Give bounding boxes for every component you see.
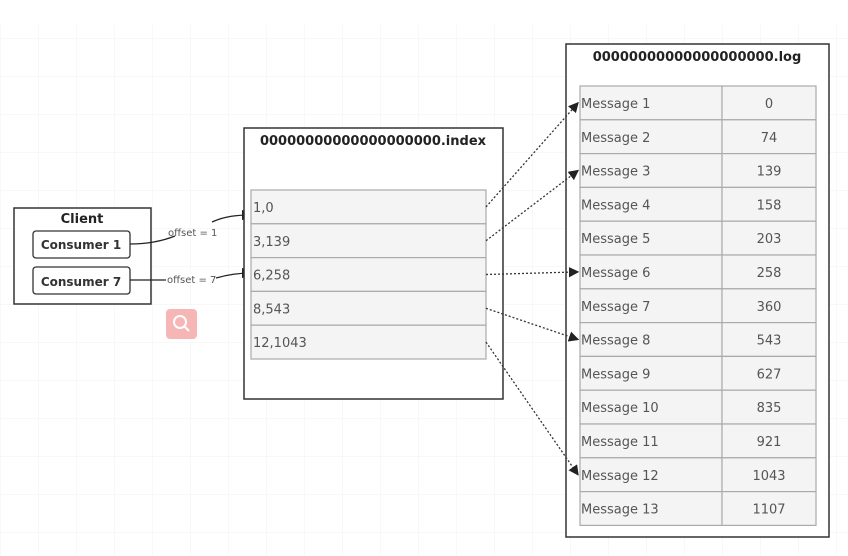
client-box: Client Consumer 1 Consumer 7 bbox=[13, 207, 152, 305]
index-file-title: 00000000000000000000.index bbox=[260, 134, 487, 149]
index-entry[interactable]: 1,0 bbox=[250, 189, 487, 225]
consumer-7[interactable]: Consumer 7 bbox=[32, 266, 131, 295]
message-position: 158 bbox=[757, 198, 782, 213]
diagram-canvas: Client Consumer 1 Consumer 7 offset = 1 … bbox=[0, 25, 848, 556]
consumer-7-label: Consumer 7 bbox=[41, 275, 121, 289]
offset-7-label: offset = 7 bbox=[167, 275, 216, 286]
log-file-box: 00000000000000000000.log Message 1 0 Messa… bbox=[565, 43, 830, 538]
message-position: 258 bbox=[757, 266, 782, 281]
message-name: Message 10 bbox=[581, 401, 659, 416]
message-name: Message 9 bbox=[581, 367, 650, 382]
message-name: Message 2 bbox=[581, 131, 650, 146]
message-position: 203 bbox=[757, 232, 782, 247]
index-entry[interactable]: 12,1043 bbox=[250, 324, 487, 360]
message-name: Message 4 bbox=[581, 198, 650, 213]
message-position: 1107 bbox=[752, 503, 785, 518]
index-entry[interactable]: 8,543 bbox=[250, 290, 487, 326]
log-row[interactable]: Message 13 1107 bbox=[579, 491, 817, 527]
message-position: 74 bbox=[761, 131, 778, 146]
message-position: 360 bbox=[757, 300, 782, 315]
offset-1-label: offset = 1 bbox=[168, 228, 217, 239]
log-row[interactable]: Message 12 1043 bbox=[579, 457, 817, 493]
log-row[interactable]: Message 4 158 bbox=[579, 186, 817, 222]
log-row[interactable]: Message 8 543 bbox=[579, 322, 817, 358]
index-entry-text: 3,139 bbox=[253, 235, 290, 250]
log-row[interactable]: Message 6 258 bbox=[579, 254, 817, 290]
message-name: Message 7 bbox=[581, 300, 650, 315]
log-row[interactable]: Message 11 921 bbox=[579, 423, 817, 459]
message-position: 835 bbox=[757, 401, 782, 416]
log-row[interactable]: Message 7 360 bbox=[579, 288, 817, 324]
log-row[interactable]: Message 5 203 bbox=[579, 220, 817, 256]
index-entry-text: 8,543 bbox=[253, 302, 290, 317]
index-entry-text: 12,1043 bbox=[253, 336, 307, 351]
index-entry-text: 6,258 bbox=[253, 269, 290, 284]
message-position: 1043 bbox=[752, 469, 785, 484]
log-row[interactable]: Message 1 0 bbox=[579, 85, 817, 121]
consumer-1-label: Consumer 1 bbox=[41, 238, 121, 252]
message-name: Message 11 bbox=[581, 435, 659, 450]
message-position: 627 bbox=[757, 367, 782, 382]
log-row[interactable]: Message 9 627 bbox=[579, 355, 817, 391]
index-file-box: 00000000000000000000.index 1,0 3,139 6,258… bbox=[243, 127, 504, 400]
log-row[interactable]: Message 3 139 bbox=[579, 153, 817, 189]
search-icon[interactable] bbox=[166, 309, 197, 339]
log-row[interactable]: Message 2 74 bbox=[579, 119, 817, 155]
index-entry[interactable]: 6,258 bbox=[250, 257, 487, 293]
consumer-1[interactable]: Consumer 1 bbox=[32, 230, 131, 259]
message-position: 543 bbox=[757, 334, 782, 349]
index-entry[interactable]: 3,139 bbox=[250, 223, 487, 259]
index-entry-text: 1,0 bbox=[253, 201, 274, 216]
message-name: Message 13 bbox=[581, 503, 659, 518]
log-file-title: 00000000000000000000.log bbox=[593, 50, 802, 65]
message-position: 0 bbox=[765, 97, 773, 112]
log-row[interactable]: Message 10 835 bbox=[579, 389, 817, 425]
client-title: Client bbox=[61, 212, 104, 227]
message-name: Message 3 bbox=[581, 165, 650, 180]
message-name: Message 5 bbox=[581, 232, 650, 247]
message-position: 139 bbox=[757, 165, 782, 180]
message-position: 921 bbox=[757, 435, 782, 450]
message-name: Message 1 bbox=[581, 97, 650, 112]
message-name: Message 12 bbox=[581, 469, 659, 484]
message-name: Message 6 bbox=[581, 266, 650, 281]
message-name: Message 8 bbox=[581, 334, 650, 349]
